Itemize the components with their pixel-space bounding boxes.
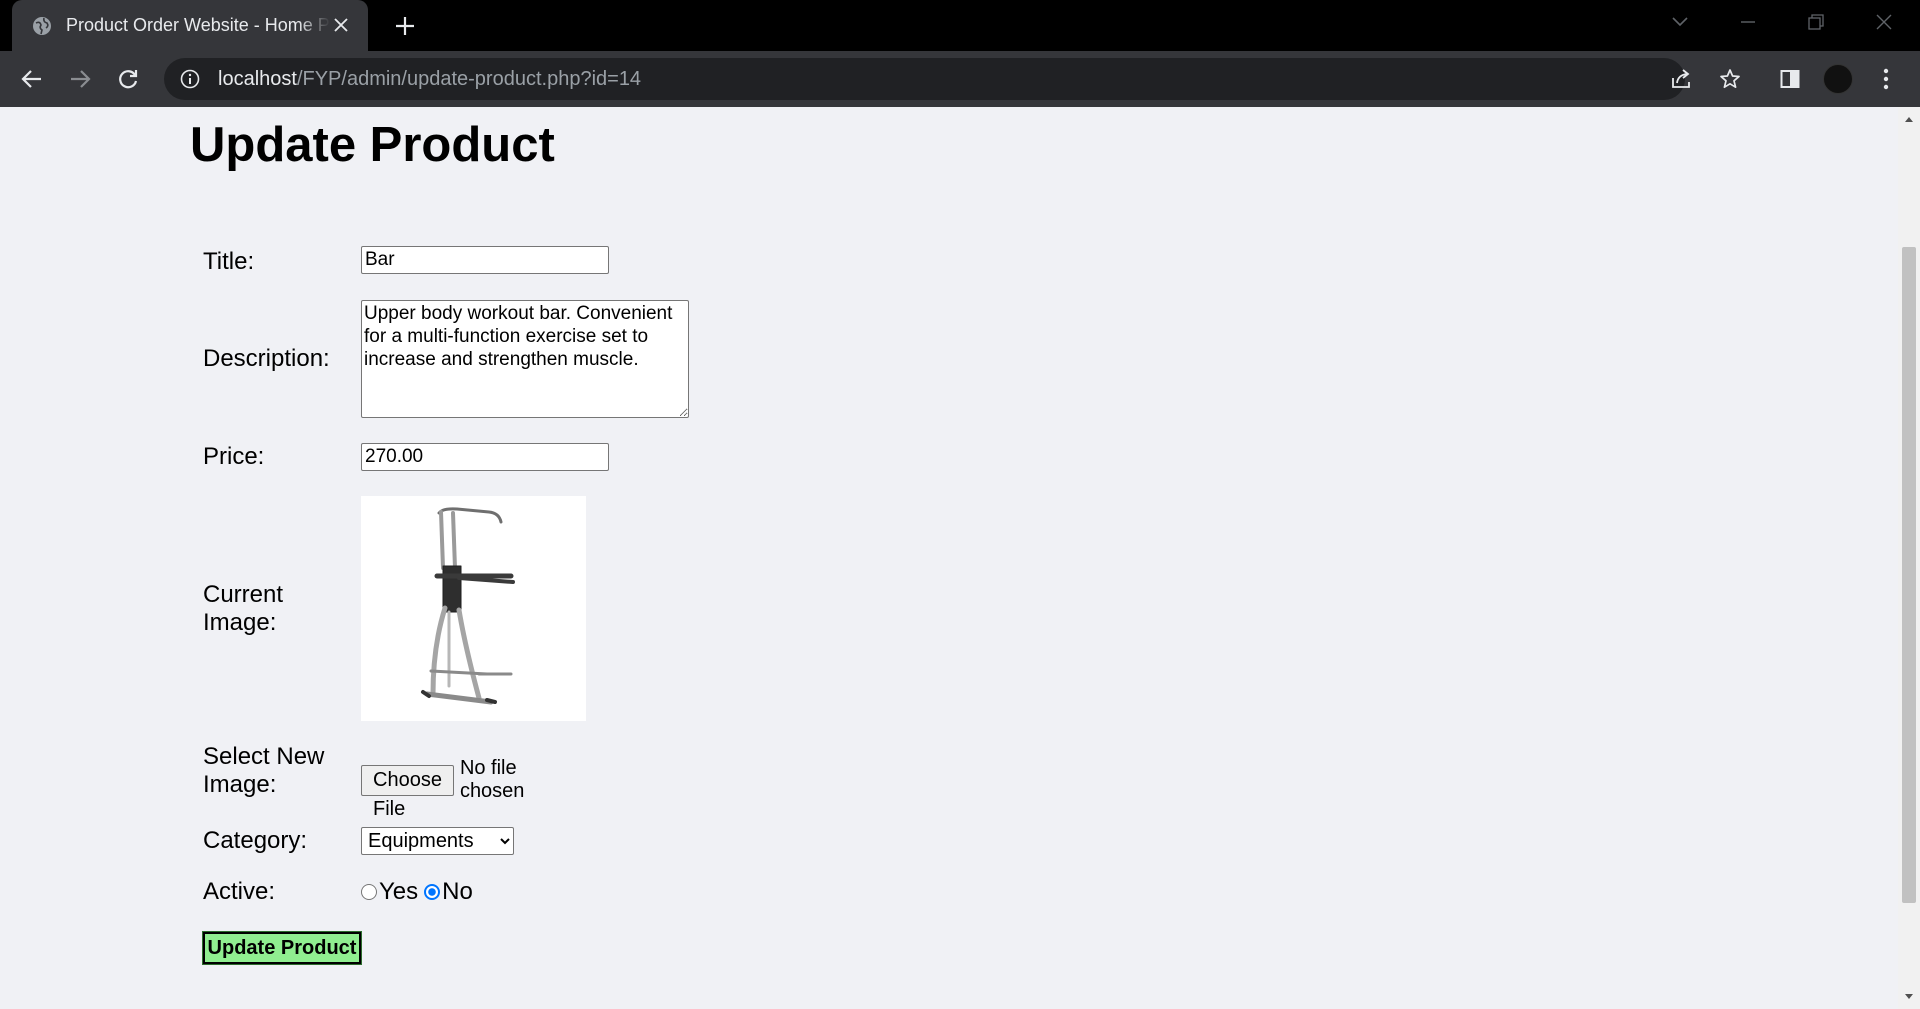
url-text: localhost/FYP/admin/update-product.php?i… <box>218 68 641 91</box>
vertical-scrollbar[interactable] <box>1898 107 1920 1009</box>
share-icon[interactable] <box>1663 61 1699 97</box>
current-image-label: Current Image: <box>203 581 284 636</box>
active-no-label: No <box>442 878 473 905</box>
restore-icon[interactable] <box>1786 0 1846 44</box>
url-path: /FYP/admin/update-product.php?id=14 <box>296 67 642 90</box>
choose-file-button[interactable]: Choose File <box>361 764 454 820</box>
title-label: Title: <box>203 248 255 275</box>
category-label: Category: <box>203 827 308 854</box>
minimize-icon[interactable] <box>1718 0 1778 44</box>
forward-icon[interactable] <box>62 61 98 97</box>
active-radio-group: Yes No <box>361 878 473 906</box>
tab-title: Product Order Website - Home Page <box>66 15 330 35</box>
scroll-up-icon[interactable] <box>1903 113 1915 125</box>
active-label: Active: <box>203 878 276 905</box>
price-label: Price: <box>203 443 265 470</box>
window-close-icon[interactable] <box>1854 0 1914 44</box>
select-image-label: Select New Image: <box>203 743 325 798</box>
info-icon[interactable] <box>178 67 202 91</box>
category-select[interactable]: Equipments <box>361 827 514 855</box>
close-icon[interactable] <box>330 14 352 36</box>
star-icon[interactable] <box>1712 61 1748 97</box>
active-no-radio[interactable] <box>424 884 441 900</box>
page-viewport: Update Product Title: Description: Upper… <box>0 107 1898 1009</box>
file-status: No file chosen <box>459 757 525 802</box>
url-host: localhost <box>218 67 297 90</box>
address-bar[interactable]: localhost/FYP/admin/update-product.php?i… <box>164 58 1685 100</box>
side-panel-icon[interactable] <box>1772 61 1808 97</box>
back-icon[interactable] <box>14 61 50 97</box>
scroll-down-icon[interactable] <box>1903 991 1915 1003</box>
active-yes-label: Yes <box>379 878 419 905</box>
update-product-button[interactable]: Update Product <box>202 931 362 965</box>
product-image <box>361 496 586 721</box>
scrollbar-thumb[interactable] <box>1902 247 1916 903</box>
active-yes-radio[interactable] <box>361 884 377 900</box>
profile-avatar[interactable] <box>1820 61 1856 97</box>
description-textarea[interactable]: Upper body workout bar. Convenient for a… <box>361 300 689 418</box>
price-input[interactable] <box>361 443 609 471</box>
browser-toolbar: localhost/FYP/admin/update-product.php?i… <box>0 51 1920 107</box>
browser-tab-active[interactable]: Product Order Website - Home Page <box>12 0 368 51</box>
plus-icon[interactable] <box>390 12 420 40</box>
title-input[interactable] <box>361 246 609 274</box>
update-product-form: Title: Description: Upper body workout b… <box>203 107 689 905</box>
kebab-menu-icon[interactable] <box>1868 61 1904 97</box>
file-picker: Choose File No file chosen <box>361 757 525 820</box>
reload-icon[interactable] <box>110 61 146 97</box>
tab-strip: Product Order Website - Home Page <box>0 0 1920 51</box>
chevron-down-icon[interactable] <box>1650 0 1710 44</box>
globe-icon <box>32 16 52 36</box>
description-label: Description: <box>203 345 330 372</box>
